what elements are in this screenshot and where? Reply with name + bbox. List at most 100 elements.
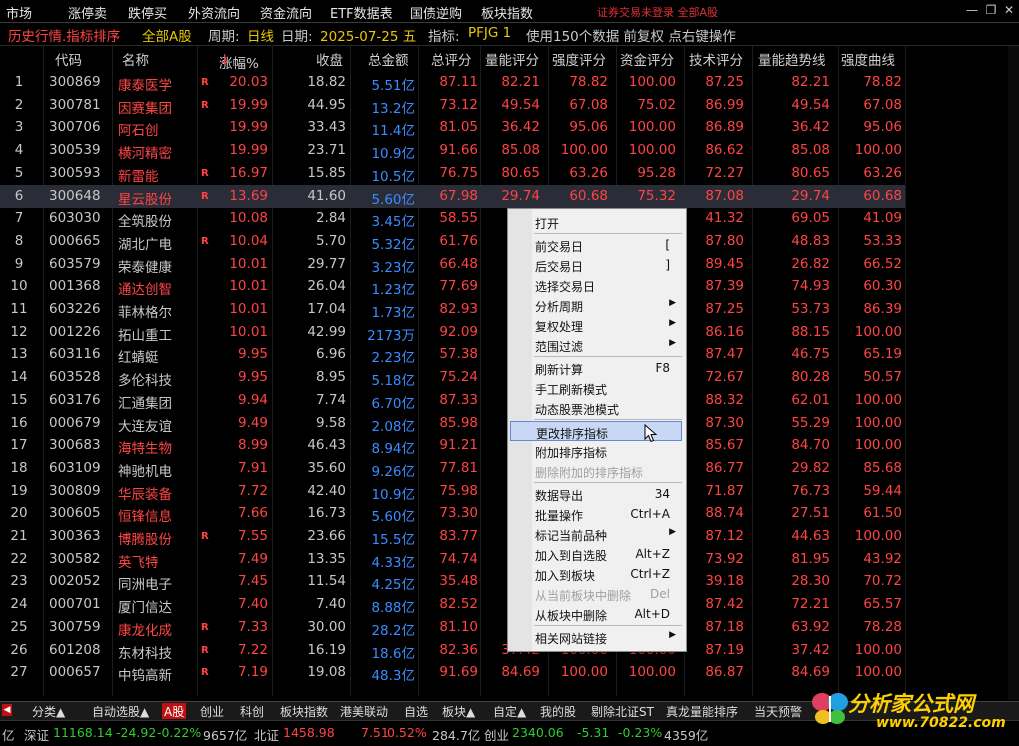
context-menu-item[interactable]: 后交易日] xyxy=(510,255,682,275)
stock-name: 康泰医学 xyxy=(118,78,172,94)
volume-trend: 80.28 xyxy=(791,369,830,386)
context-menu-item[interactable]: 刷新计算 F8 xyxy=(510,358,682,378)
bottom-tab[interactable]: 我的股 xyxy=(538,703,578,719)
bottom-tab[interactable]: 板块▲ xyxy=(440,703,477,719)
context-menu-item[interactable]: 数据导出 34 xyxy=(510,484,682,504)
table-row[interactable]: 20 300605 恒锋信息 7.66 16.73 5.60亿 73.30 88.74 27.5… xyxy=(0,502,905,525)
table-row[interactable]: 4 300539 横河精密 19.99 23.71 10.9亿 91.66 85.08 100.… xyxy=(0,139,905,162)
table-row[interactable]: 19 300809 华辰装备 7.72 42.40 10.9亿 75.98 71.87 76.7… xyxy=(0,480,905,503)
close-icon[interactable]: ✕ xyxy=(1001,2,1017,18)
table-row[interactable]: 6 300648 星云股份 R 13.69 41.60 5.60亿 67.98 29.74 60.… xyxy=(0,184,905,208)
table-row[interactable]: 15 603176 汇通集团 9.94 7.74 6.70亿 87.33 88.32 62.01… xyxy=(0,389,905,412)
context-menu-item[interactable]: 加入到板块 Ctrl+Z xyxy=(510,564,682,584)
col-total-score[interactable]: 总评分 xyxy=(431,49,472,69)
bottom-tab[interactable]: 科创 xyxy=(238,703,266,719)
submenu-arrow-icon: ▶ xyxy=(669,630,676,640)
col-volume-trend[interactable]: 量能趋势线 xyxy=(758,49,826,69)
bottom-tab[interactable]: 自定▲ xyxy=(491,703,528,719)
col-volume-score[interactable]: 量能评分 xyxy=(485,49,539,69)
context-menu-item[interactable]: 前交易日 [ xyxy=(510,235,682,255)
context-menu-item-label: 从板块中删除 xyxy=(535,609,608,623)
table-row[interactable]: 10 001368 通达创智 10.01 26.04 1.23亿 77.69 87.39 74.… xyxy=(0,275,905,298)
context-menu-item[interactable]: 相关网站链接 ▶ xyxy=(510,627,682,647)
table-row[interactable]: 3 300706 阿石创 19.99 33.43 11.4亿 81.05 36.42 95.06… xyxy=(0,116,905,139)
bottom-tab[interactable]: 分类▲ xyxy=(30,703,67,719)
table-row[interactable]: 7 603030 全筑股份 10.08 2.84 3.45亿 58.55 41.32 69.05… xyxy=(0,207,905,230)
table-row[interactable]: 21 300363 博腾股份 R 7.55 23.66 15.5亿 83.77 87.12 44.… xyxy=(0,525,905,548)
close-price: 23.71 xyxy=(307,142,346,159)
context-menu-item[interactable]: 动态股票池模式 xyxy=(510,398,682,418)
bottom-tab[interactable]: 板块指数 xyxy=(278,703,330,719)
bottom-tab[interactable]: 港美联动 xyxy=(338,703,390,719)
context-menu-item[interactable]: 加入到自选股 Alt+Z xyxy=(510,544,682,564)
context-menu-item[interactable]: 标记当前品种 ▶ xyxy=(510,524,682,544)
menu-item-sector-index[interactable]: 板块指数 xyxy=(481,3,533,22)
strength-curve: 85.68 xyxy=(863,459,902,476)
bottom-tab[interactable]: 自动选股▲ xyxy=(90,703,151,719)
context-menu-item[interactable]: 打开 xyxy=(510,212,682,232)
menu-item-foreign-flow[interactable]: 外资流向 xyxy=(188,3,240,22)
table-row[interactable]: 11 603226 菲林格尔 10.01 17.04 1.73亿 82.93 87.25 53.… xyxy=(0,298,905,321)
date-value[interactable]: 2025-07-25 五 xyxy=(320,25,416,45)
stock-code: 000657 xyxy=(49,664,101,681)
strength-curve: 65.57 xyxy=(863,596,902,613)
vertical-scrollbar[interactable] xyxy=(1008,46,1019,700)
col-strength-curve[interactable]: 强度曲线 xyxy=(841,49,895,69)
tab-scroll-left-icon[interactable]: ◀ xyxy=(2,704,12,716)
menu-item-repo[interactable]: 国债逆购 xyxy=(410,3,462,22)
context-menu-item[interactable]: 范围过滤 ▶ xyxy=(510,335,682,355)
strength-curve: 53.33 xyxy=(863,232,902,249)
table-row[interactable]: 5 300593 新雷能 R 16.97 15.85 10.5亿 76.75 80.65 63.2… xyxy=(0,162,905,185)
context-menu-item[interactable]: 选择交易日 xyxy=(510,275,682,295)
table-row[interactable]: 24 000701 厦门信达 7.40 7.40 8.88亿 82.52 87.42 72.21… xyxy=(0,593,905,616)
table-row[interactable]: 13 603116 红蜻蜓 9.95 6.96 2.23亿 57.38 87.47 46.75 6… xyxy=(0,343,905,366)
context-menu-item[interactable]: 批量操作 Ctrl+A xyxy=(510,504,682,524)
table-row[interactable]: 1 300869 康泰医学 R 20.03 18.82 5.51亿 87.11 82.21 78.… xyxy=(0,71,905,94)
indicator-value[interactable]: PFJG 1 xyxy=(468,25,511,41)
stock-name: 多伦科技 xyxy=(118,373,172,390)
col-close[interactable]: 收盘 xyxy=(316,49,343,69)
table-row[interactable]: 26 601208 东材科技 R 7.22 16.19 18.6亿 82.36 37.42 100… xyxy=(0,639,905,662)
table-row[interactable]: 14 603528 多伦科技 9.95 8.95 5.18亿 75.24 72.67 80.28… xyxy=(0,366,905,389)
table-row[interactable]: 16 000679 大连友谊 9.49 9.58 2.08亿 85.98 87.30 55.29… xyxy=(0,412,905,435)
menu-item-limit-down-buy[interactable]: 跌停买 xyxy=(128,3,167,22)
col-code[interactable]: 代码 xyxy=(55,49,82,69)
table-row[interactable]: 2 300781 因赛集团 R 19.99 44.95 13.2亿 73.12 49.54 67.… xyxy=(0,94,905,117)
col-amount[interactable]: 总金额 xyxy=(368,49,409,69)
col-name[interactable]: 名称 xyxy=(122,49,149,69)
bottom-tab[interactable]: 创业 xyxy=(198,703,226,719)
bottom-tab[interactable]: A股 xyxy=(162,703,187,719)
menu-item-limit-up-sell[interactable]: 涨停卖 xyxy=(68,3,107,22)
menu-item-market[interactable]: 市场 xyxy=(6,3,32,22)
menu-item-capital-flow[interactable]: 资金流向 xyxy=(260,3,312,22)
restore-icon[interactable]: ❐ xyxy=(983,2,999,18)
table-row[interactable]: 17 300683 海特生物 8.99 46.43 8.94亿 91.21 85.67 84.7… xyxy=(0,434,905,457)
context-menu-item[interactable]: 分析周期 ▶ xyxy=(510,295,682,315)
table-row[interactable]: 23 002052 同洲电子 7.45 11.54 4.25亿 35.48 39.18 28.3… xyxy=(0,570,905,593)
col-tech-score[interactable]: 技术评分 xyxy=(689,49,743,69)
table-row[interactable]: 12 001226 拓山重工 10.01 42.99 2173万 92.09 86.16 88.… xyxy=(0,321,905,344)
col-capital-score[interactable]: 资金评分 xyxy=(620,49,674,69)
context-menu-item[interactable]: 手工刷新模式 xyxy=(510,378,682,398)
scope-label[interactable]: 全部A股 xyxy=(142,25,192,45)
context-menu-item[interactable]: 附加排序指标 xyxy=(510,441,682,461)
table-row[interactable]: 27 000657 中钨高新 R 7.19 19.08 48.3亿 91.69 84.69 100… xyxy=(0,661,905,684)
bottom-tab[interactable]: 真龙量能排序 xyxy=(664,703,740,719)
context-menu-item[interactable]: 复权处理 ▶ xyxy=(510,315,682,335)
minimize-icon[interactable]: — xyxy=(964,2,980,18)
col-strength-score[interactable]: 强度评分 xyxy=(552,49,606,69)
total-score: 76.75 xyxy=(439,164,478,181)
bottom-tab[interactable]: 自选 xyxy=(402,703,430,719)
table-row[interactable]: 8 000665 湖北广电 R 10.04 5.70 5.32亿 61.76 87.80 48.8… xyxy=(0,230,905,253)
cy-change: -5.31 xyxy=(577,725,610,740)
table-row[interactable]: 18 603109 神驰机电 7.91 35.60 9.26亿 77.81 86.77 29.8… xyxy=(0,457,905,480)
table-row[interactable]: 25 300759 康龙化成 R 7.33 30.00 28.2亿 81.10 87.18 63.… xyxy=(0,616,905,639)
table-row[interactable]: 9 603579 荣泰健康 10.01 29.77 3.23亿 66.48 89.45 26.8… xyxy=(0,253,905,276)
menu-item-etf-data[interactable]: ETF数据表 xyxy=(330,3,393,22)
context-menu-item[interactable]: 从板块中删除 Alt+D xyxy=(510,604,682,624)
period-value[interactable]: 日线 xyxy=(247,25,274,45)
bottom-tab[interactable]: 剔除北证ST xyxy=(589,703,656,719)
bottom-tab[interactable]: 当天预警 xyxy=(752,703,804,719)
margin-flag: R xyxy=(201,167,209,179)
table-row[interactable]: 22 300582 英飞特 7.49 13.35 4.33亿 74.74 73.92 81.95… xyxy=(0,548,905,571)
